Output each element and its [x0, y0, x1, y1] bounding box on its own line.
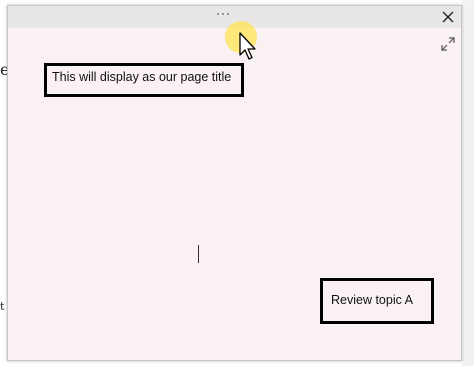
expand-icon	[441, 37, 455, 51]
mouse-pointer-icon	[239, 32, 256, 60]
background-app-edge	[462, 0, 474, 366]
page-title-textbox[interactable]: This will display as our page title	[44, 63, 244, 97]
drag-handle-icon[interactable]	[213, 9, 233, 19]
screen: e t This will display as our page title …	[0, 0, 474, 366]
background-text-fragment: t	[0, 300, 5, 313]
text-caret	[198, 245, 199, 263]
expand-button[interactable]	[440, 36, 456, 52]
close-button[interactable]	[437, 6, 459, 28]
close-icon	[442, 11, 454, 23]
review-topic-textbox[interactable]: Review topic A	[320, 278, 434, 324]
note-popup-window: This will display as our page title Revi…	[7, 5, 462, 361]
